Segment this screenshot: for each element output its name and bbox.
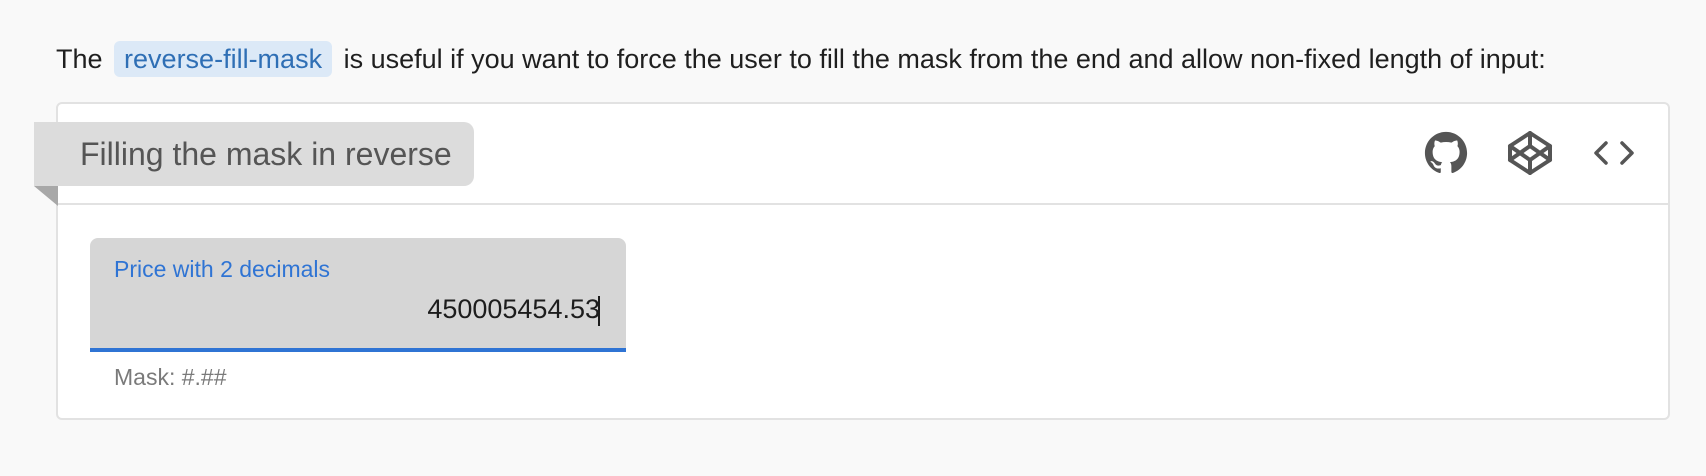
codepen-icon [1508, 131, 1552, 175]
intro-prefix: The [56, 44, 103, 74]
mask-hint: Mask: #.## [114, 364, 227, 390]
ribbon-fold [34, 186, 58, 206]
intro-suffix: is useful if you want to force the user … [343, 44, 1546, 74]
price-field[interactable]: Price with 2 decimals [90, 238, 626, 352]
intro-paragraph: The reverse-fill-mask is useful if you w… [56, 39, 1546, 79]
github-icon [1424, 131, 1468, 174]
codepen-button[interactable] [1506, 130, 1554, 176]
example-card: Filling the mask in reverse Price with 2… [34, 102, 1670, 420]
example-toolbar [1422, 130, 1638, 176]
price-input[interactable] [180, 294, 600, 325]
code-icon [1594, 141, 1634, 165]
example-title: Filling the mask in reverse [34, 122, 474, 186]
view-source-button[interactable] [1590, 130, 1638, 176]
github-button[interactable] [1422, 130, 1470, 176]
example-header: Filling the mask in reverse [34, 104, 1668, 206]
price-field-label: Price with 2 decimals [114, 256, 331, 282]
text-caret [598, 296, 600, 326]
code-chip: reverse-fill-mask [114, 41, 333, 77]
